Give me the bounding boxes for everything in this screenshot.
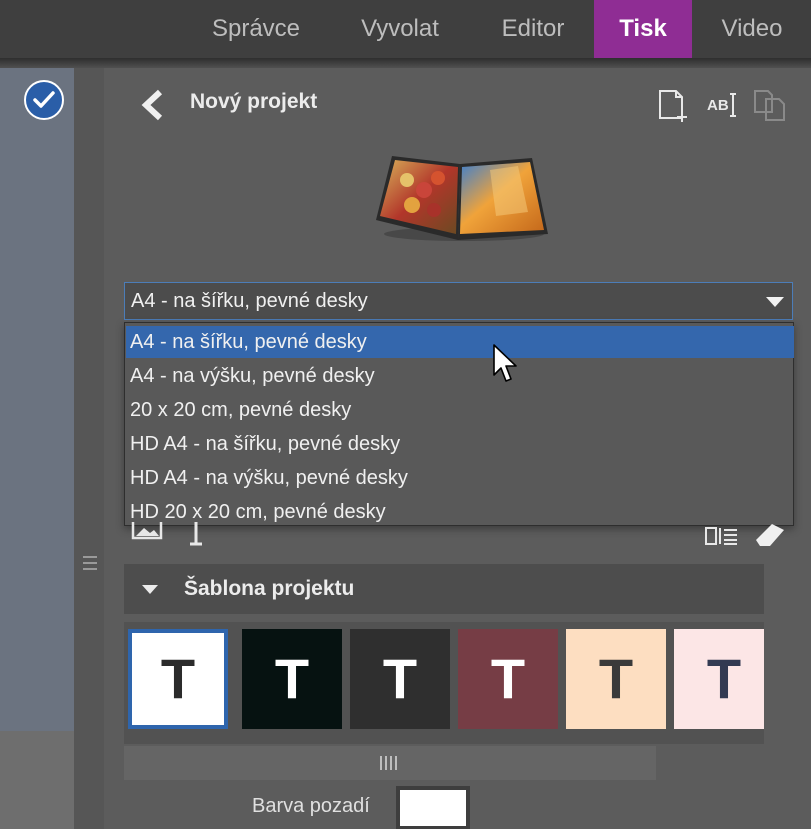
dropdown-option[interactable]: 20 x 20 cm, pevné desky [126, 394, 794, 426]
duplicate-icon[interactable] [752, 88, 788, 122]
template-swatch[interactable]: T [350, 629, 450, 729]
text-rename-icon[interactable]: AB [706, 92, 740, 118]
back-arrow-icon[interactable] [138, 88, 166, 122]
template-swatch[interactable]: T [458, 629, 558, 729]
dropdown-option[interactable]: HD A4 - na šířku, pevné desky [126, 428, 794, 460]
template-swatch-row: T T T T T T [124, 622, 764, 744]
tab-editor[interactable]: Editor [474, 0, 592, 58]
panel-gutter [74, 68, 104, 829]
layout-list-icon[interactable] [704, 524, 740, 548]
tab-spravce[interactable]: Správce [192, 0, 320, 58]
photo-book-preview [376, 156, 548, 241]
image-icon[interactable] [130, 522, 164, 542]
dropdown-option[interactable]: HD 20 x 20 cm, pevné desky [126, 496, 794, 528]
dropdown-option[interactable]: HD A4 - na výšku, pevné desky [126, 462, 794, 494]
svg-text:AB: AB [707, 97, 729, 114]
project-format-select[interactable]: A4 - na šířku, pevné desky [124, 282, 793, 320]
caret-down-icon[interactable] [142, 585, 158, 594]
topbar-shadow [0, 58, 811, 68]
tab-vyvolat[interactable]: Vyvolat [336, 0, 464, 58]
module-tab-bar: Správce Vyvolat Editor Tisk Video [0, 0, 811, 60]
mouse-cursor-icon [493, 344, 517, 382]
template-swatch[interactable]: T [566, 629, 666, 729]
section-title: Šablona projektu [184, 577, 355, 600]
chevron-down-icon[interactable] [766, 297, 784, 307]
dropdown-option[interactable]: A4 - na výšku, pevné desky [126, 360, 794, 392]
panel-resize-grip-icon[interactable] [83, 556, 97, 576]
new-page-icon[interactable] [656, 88, 690, 122]
template-swatch[interactable]: T [242, 629, 342, 729]
select-value: A4 - na šířku, pevné desky [131, 290, 368, 312]
template-section-header[interactable]: Šablona projektu [124, 564, 764, 614]
project-format-dropdown: A4 - na šířku, pevné desky A4 - na výšku… [124, 322, 794, 526]
background-color-label: Barva pozadí [252, 795, 370, 817]
thumbnail-strip-bottom [0, 731, 74, 829]
text-tool-icon[interactable] [186, 522, 206, 548]
background-color-swatch[interactable] [400, 790, 466, 826]
eraser-icon[interactable] [752, 522, 788, 548]
dropdown-option[interactable]: A4 - na šířku, pevné desky [126, 326, 794, 358]
tab-tisk[interactable]: Tisk [594, 0, 692, 58]
horizontal-scrollbar[interactable] [124, 746, 656, 780]
thumbnail-strip [0, 68, 74, 731]
panel-title: Nový projekt [190, 90, 318, 113]
background-color-picker[interactable] [396, 786, 470, 829]
template-swatch[interactable]: T [674, 629, 764, 729]
tab-video[interactable]: Video [700, 0, 804, 58]
checkmark-icon[interactable] [24, 80, 64, 120]
template-swatch[interactable]: T [128, 629, 228, 729]
scrollbar-grip-icon[interactable] [380, 756, 400, 770]
